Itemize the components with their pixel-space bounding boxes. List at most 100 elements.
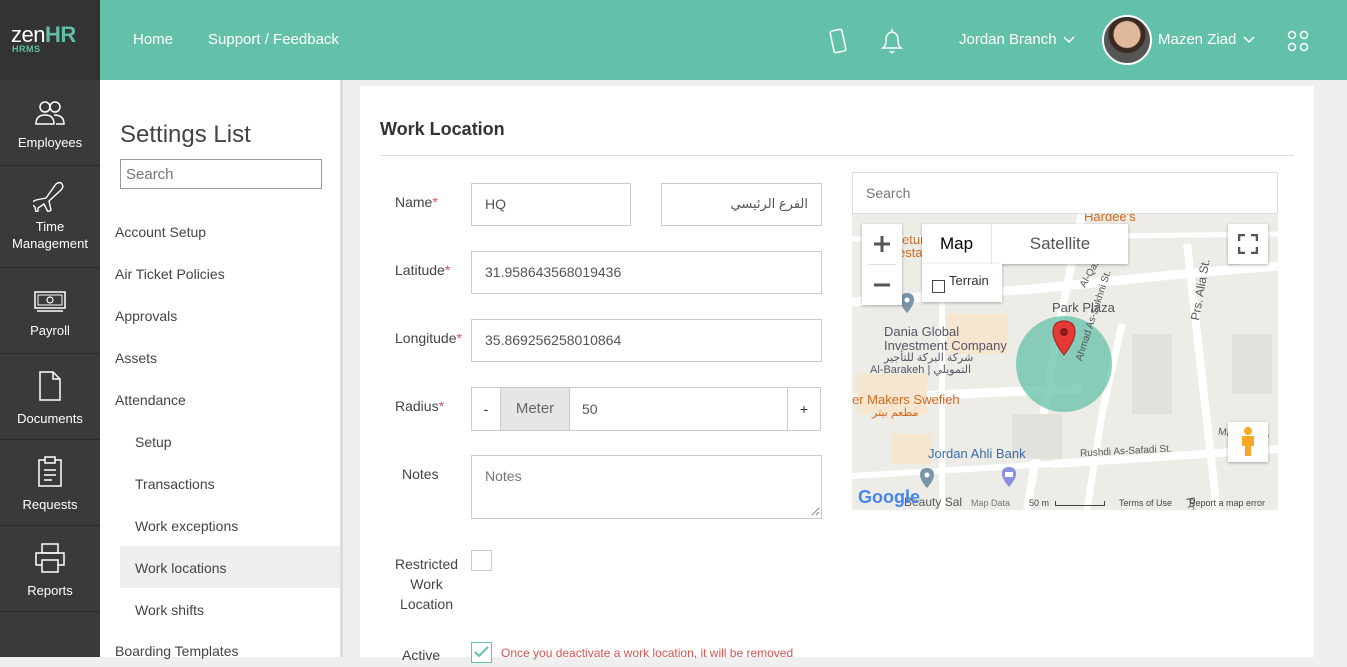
fullscreen-icon: [1237, 233, 1259, 255]
longitude-label: Longitude*: [395, 330, 462, 346]
printer-icon: [35, 543, 65, 573]
mobile-phone-icon[interactable]: [827, 28, 849, 54]
settings-item-transactions[interactable]: Transactions: [135, 476, 215, 492]
left-navigation: zenHR HRMS Employees Time Management Pay…: [0, 0, 100, 657]
apps-grid-icon[interactable]: [1286, 29, 1310, 53]
user-avatar[interactable]: [1102, 15, 1152, 65]
settings-item-work-exceptions[interactable]: Work exceptions: [135, 518, 238, 534]
nav-time-label-2: Management: [12, 236, 88, 251]
settings-list-title: Settings List: [120, 121, 251, 148]
page-title: Work Location: [380, 119, 505, 139]
home-link[interactable]: Home: [133, 31, 173, 48]
terrain-label: Terrain: [949, 273, 989, 288]
map-view[interactable]: Park Plaza Dania Global Investment Compa…: [852, 214, 1278, 510]
branch-selector[interactable]: Jordan Branch: [959, 31, 1057, 48]
active-warning-text: Once you deactivate a work location, it …: [501, 646, 794, 660]
chevron-down-icon[interactable]: [1063, 36, 1075, 44]
longitude-input[interactable]: 35.869256258010864: [471, 319, 822, 362]
street-view-button[interactable]: [1228, 422, 1268, 462]
map-label-jordan-ahli-bank: Jordan Ahli Bank: [928, 446, 1026, 461]
nav-requests[interactable]: Requests: [0, 440, 100, 526]
nav-documents[interactable]: Documents: [0, 354, 100, 440]
zoom-in-button[interactable]: [862, 224, 902, 264]
terrain-checkbox[interactable]: [932, 280, 945, 293]
user-name[interactable]: Mazen Ziad: [1158, 31, 1236, 48]
map-label-barakeh: Al-Barakeh | التمويلي: [870, 364, 972, 376]
settings-item-assets[interactable]: Assets: [115, 350, 157, 366]
settings-item-account-setup[interactable]: Account Setup: [115, 224, 206, 240]
map-scale: 50 m: [1029, 498, 1050, 508]
top-bar: Home Support / Feedback Jordan Branch Ma…: [100, 0, 1347, 80]
map-search-input[interactable]: Search: [852, 172, 1278, 214]
map-label-makers: er Makers Swefieh: [852, 392, 960, 407]
chevron-down-icon[interactable]: [1243, 36, 1255, 44]
nav-payroll[interactable]: Payroll: [0, 268, 100, 354]
nav-payroll-label: Payroll: [30, 323, 70, 338]
name-english-input[interactable]: HQ: [471, 183, 631, 226]
bank-marker-icon: [1002, 467, 1016, 487]
pegman-icon: [1242, 427, 1254, 456]
document-icon: [39, 371, 61, 401]
map-data-link[interactable]: Map Data: [971, 498, 1010, 508]
settings-item-attendance[interactable]: Attendance: [115, 392, 186, 408]
map-label-dania-1: Dania Global: [884, 324, 960, 339]
latitude-label: Latitude*: [395, 262, 451, 278]
active-checkbox[interactable]: [471, 642, 492, 663]
latitude-input[interactable]: 31.958643568019436: [471, 251, 822, 294]
resize-handle-icon[interactable]: [811, 507, 820, 516]
map-label-hardees: Hardee's: [1084, 214, 1136, 224]
nav-time-management[interactable]: Time Management: [0, 166, 100, 268]
name-arabic-input[interactable]: الفرع الرئيسي: [661, 183, 822, 226]
plus-icon: [874, 236, 890, 252]
nav-documents-label: Documents: [17, 411, 83, 426]
settings-list-panel: Settings List Account Setup Air Ticket P…: [100, 80, 343, 659]
map-label-makers-arabic: مطعم بيتر: [872, 407, 919, 419]
settings-item-work-locations[interactable]: Work locations: [135, 560, 227, 576]
radius-input-group: - Meter 50 +: [471, 387, 821, 431]
nav-time-label-1: Time: [35, 219, 65, 234]
map-label-park-plaza: Park Plaza: [1052, 300, 1115, 315]
bell-icon[interactable]: [879, 27, 905, 55]
zenhr-logo[interactable]: zenHR HRMS: [0, 0, 100, 80]
logo-subtitle: HRMS: [12, 44, 41, 54]
title-divider: [380, 155, 1294, 156]
google-logo[interactable]: Google: [858, 487, 920, 508]
scale-bar: [1055, 501, 1105, 506]
map-tab[interactable]: Map: [922, 224, 991, 264]
nav-reports-label: Reports: [27, 583, 73, 598]
notes-textarea[interactable]: Notes: [471, 455, 822, 519]
support-feedback-link[interactable]: Support / Feedback: [208, 31, 339, 48]
radius-increment-button[interactable]: +: [787, 388, 820, 430]
fullscreen-button[interactable]: [1228, 224, 1268, 264]
radius-unit: Meter: [501, 388, 570, 430]
settings-item-approvals[interactable]: Approvals: [115, 308, 177, 324]
terms-of-use-link[interactable]: Terms of Use: [1119, 498, 1172, 508]
settings-item-air-ticket-policies[interactable]: Air Ticket Policies: [115, 266, 225, 282]
employees-icon: [35, 101, 65, 125]
zoom-out-button[interactable]: [862, 265, 902, 305]
nav-employees[interactable]: Employees: [0, 80, 100, 166]
map-type-control: Map Satellite: [922, 224, 1128, 264]
place-marker-icon: [920, 468, 934, 488]
nav-reports[interactable]: Reports: [0, 526, 100, 612]
location-pin-icon: [1052, 320, 1076, 356]
notes-label: Notes: [402, 466, 439, 482]
check-icon: [474, 646, 489, 658]
settings-item-setup[interactable]: Setup: [135, 434, 172, 450]
active-label: Active: [402, 647, 441, 663]
report-map-error-link[interactable]: Report a map error: [1189, 498, 1265, 508]
settings-search-input[interactable]: [120, 159, 322, 189]
zoom-controls: [862, 224, 902, 305]
terrain-option[interactable]: Terrain: [922, 264, 1002, 302]
minus-icon: [874, 283, 890, 287]
restricted-checkbox[interactable]: [471, 550, 492, 571]
settings-item-work-shifts[interactable]: Work shifts: [135, 602, 204, 618]
satellite-tab[interactable]: Satellite: [992, 224, 1128, 264]
radius-label: Radius*: [395, 398, 445, 414]
airplane-icon: [33, 181, 64, 212]
clipboard-icon: [38, 456, 62, 487]
radius-decrement-button[interactable]: -: [472, 388, 501, 430]
radius-value-input[interactable]: 50: [582, 388, 598, 430]
nav-employees-label: Employees: [17, 135, 83, 150]
money-icon: [34, 291, 66, 312]
